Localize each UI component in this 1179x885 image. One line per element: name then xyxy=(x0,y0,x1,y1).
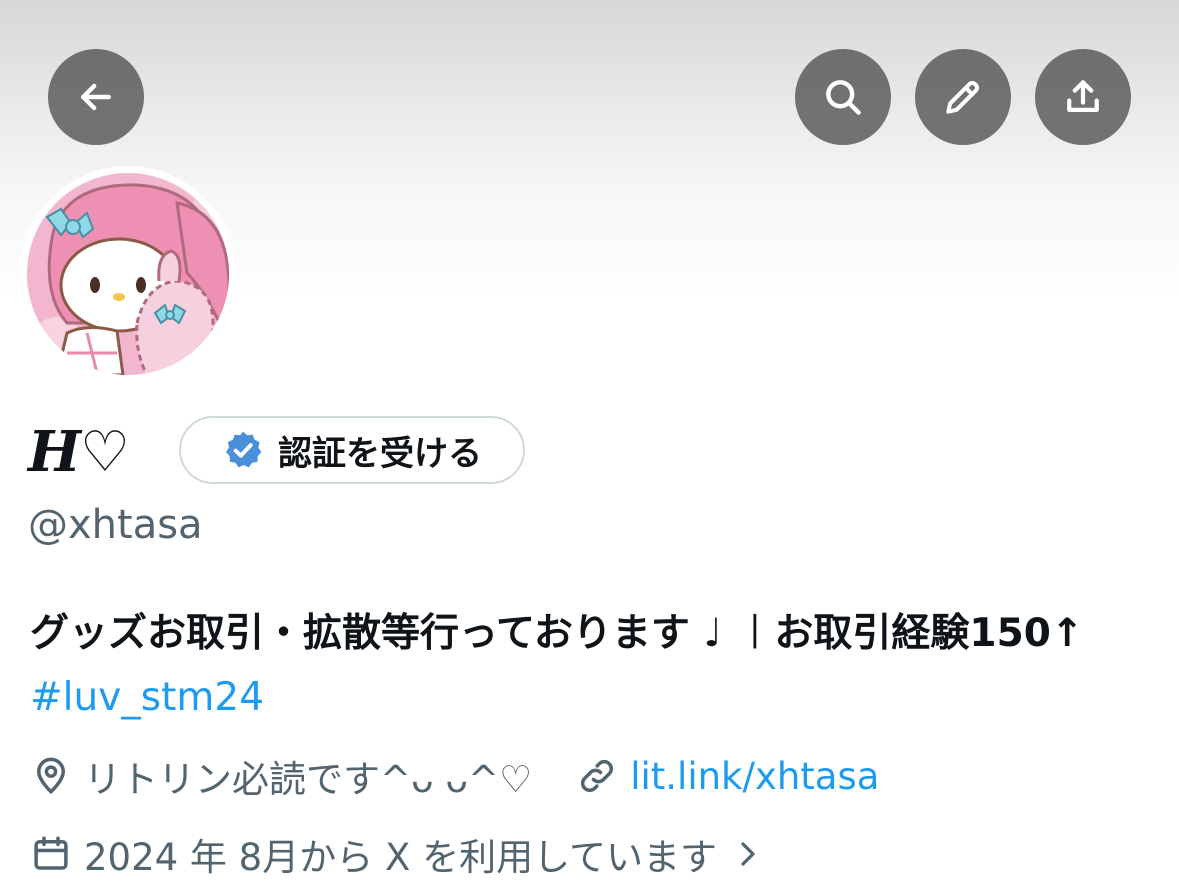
user-handle: @xhtasa xyxy=(28,502,203,548)
bio-text: グッズお取引・拡散等行っております ♩ ︱お取引経験150↑ xyxy=(30,611,1084,656)
get-verified-label: 認証を受ける xyxy=(278,433,482,474)
joined-date-row[interactable]: 2024 年 8月から X を利用しています xyxy=(30,824,763,884)
arrow-left-icon xyxy=(80,83,112,111)
location-pin-icon xyxy=(36,757,66,795)
character-illustration xyxy=(27,173,229,375)
edit-button[interactable] xyxy=(915,49,1011,145)
location-text: リトリン必読です^ᴗ ᴗ^♡ xyxy=(84,758,533,801)
joined-date-text: 2024 年 8月から X を利用しています xyxy=(84,836,717,879)
avatar-image xyxy=(27,173,229,375)
bio: グッズお取引・拡散等行っております ♩ ︱お取引経験150↑ #luv_stm2… xyxy=(30,602,1150,730)
chevron-right-icon xyxy=(741,842,755,866)
bio-hashtag-link[interactable]: #luv_stm24 xyxy=(30,675,264,720)
back-button[interactable] xyxy=(48,49,144,145)
verified-badge-icon xyxy=(226,431,262,468)
search-icon xyxy=(826,80,861,115)
display-name-row: H♡ xyxy=(28,416,130,488)
display-name: H♡ xyxy=(28,419,130,485)
profile-link[interactable]: lit.link/xhtasa xyxy=(630,755,879,798)
pencil-icon xyxy=(946,81,979,114)
avatar[interactable] xyxy=(20,166,236,382)
calendar-icon xyxy=(34,836,68,870)
profile-meta-row: リトリン必読です^ᴗ ᴗ^♡ lit.link/xhtasa xyxy=(30,746,879,806)
share-button[interactable] xyxy=(1035,49,1131,145)
search-button[interactable] xyxy=(795,49,891,145)
share-upload-icon xyxy=(1067,80,1099,112)
link-icon xyxy=(581,759,614,793)
get-verified-button[interactable]: 認証を受ける xyxy=(179,416,525,484)
